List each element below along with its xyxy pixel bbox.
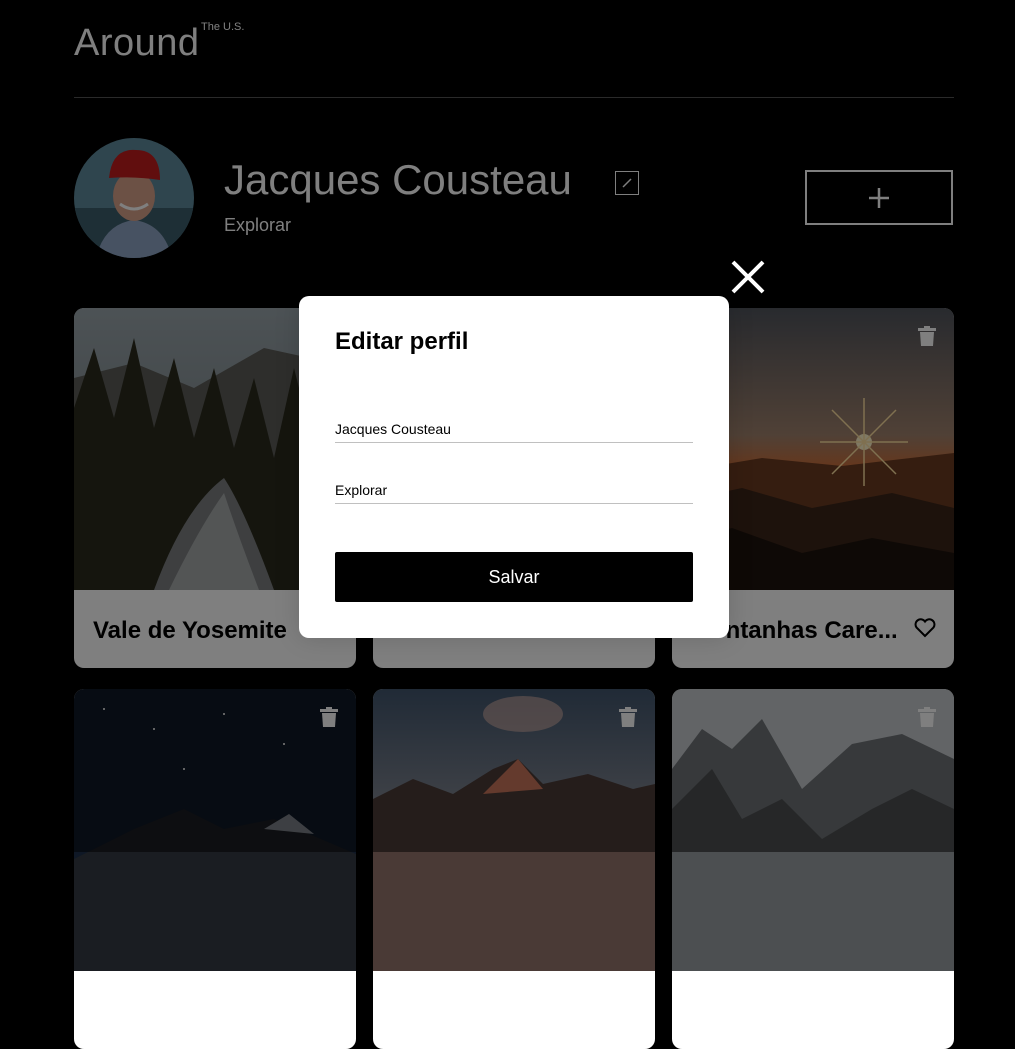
edit-profile-modal: Editar perfil Salvar <box>299 296 729 638</box>
modal-title: Editar perfil <box>335 328 469 355</box>
name-input[interactable] <box>335 416 693 443</box>
save-button[interactable]: Salvar <box>335 552 693 602</box>
about-input[interactable] <box>335 477 693 504</box>
page: Around The U.S. Jacques Cousteau Explora… <box>0 0 1015 1049</box>
close-icon <box>731 260 765 294</box>
close-modal-button[interactable] <box>731 260 765 294</box>
